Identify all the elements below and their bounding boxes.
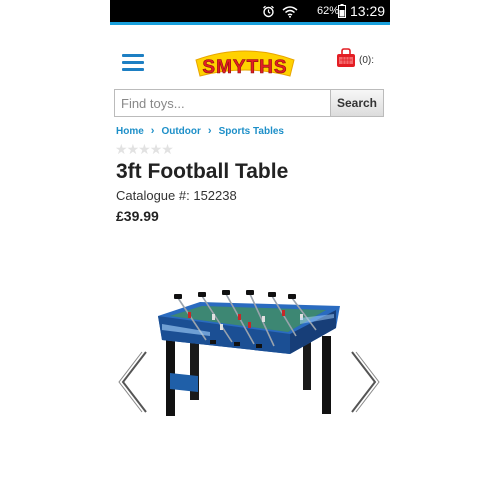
breadcrumb-sports-tables[interactable]: Sports Tables xyxy=(219,126,284,137)
football-table-image[interactable] xyxy=(150,288,350,418)
catalogue-number: Catalogue #: 152238 xyxy=(116,188,237,203)
smyths-logo[interactable]: SMYTHS xyxy=(192,46,298,82)
breadcrumb: Home › Outdoor › Sports Tables xyxy=(116,125,284,137)
wifi-icon xyxy=(282,0,298,22)
star-icon: ★ xyxy=(126,141,140,157)
breadcrumb-home[interactable]: Home xyxy=(116,126,144,137)
basket-count: (0): xyxy=(359,55,374,66)
battery-icon xyxy=(338,0,346,22)
battery-percent: 62% xyxy=(317,5,340,17)
search-button[interactable]: Search xyxy=(330,89,384,117)
star-icon: ★ xyxy=(115,141,128,157)
basket-icon xyxy=(336,48,356,73)
header-accent-line xyxy=(110,22,390,25)
phone-screen: 62% 13:29 SMYTHS (0): Search Home › Outd… xyxy=(110,0,390,500)
star-icon: ★ xyxy=(161,141,174,157)
product-title: 3ft Football Table xyxy=(116,160,289,183)
basket-button[interactable]: (0): xyxy=(336,48,374,73)
status-bar: 62% 13:29 xyxy=(110,0,390,22)
chevron-left-icon[interactable] xyxy=(118,350,150,414)
hamburger-icon[interactable] xyxy=(122,54,144,71)
chevron-right-icon: › xyxy=(207,125,212,137)
search-input[interactable] xyxy=(114,89,332,117)
product-price: £39.99 xyxy=(116,208,159,224)
star-icon: ★ xyxy=(138,141,151,157)
star-icon: ★ xyxy=(149,141,163,157)
chevron-right-icon: › xyxy=(150,125,155,137)
logo-text: SMYTHS xyxy=(202,57,287,78)
clock-time: 13:29 xyxy=(350,3,386,19)
chevron-right-icon[interactable] xyxy=(348,350,380,414)
alarm-icon xyxy=(262,0,275,22)
star-rating: ★★★★★ xyxy=(115,141,174,158)
breadcrumb-outdoor[interactable]: Outdoor xyxy=(161,126,200,137)
